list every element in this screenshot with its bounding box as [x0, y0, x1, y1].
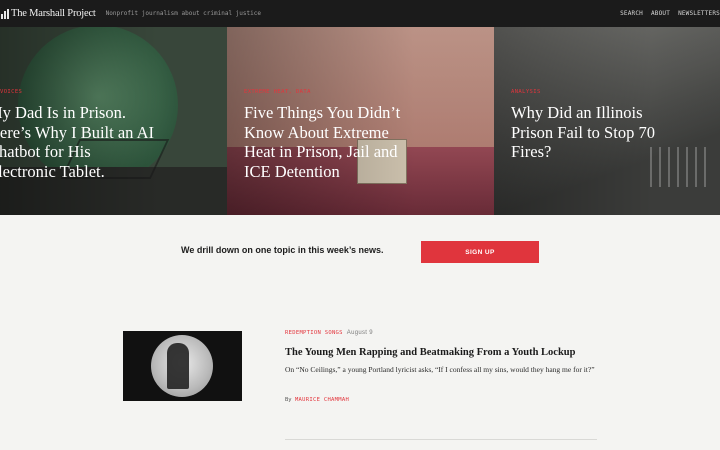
byline-prefix: By	[285, 397, 292, 403]
story-date: August 9	[346, 330, 373, 336]
site-logo[interactable]: The Marshall Project	[1, 8, 96, 19]
story-byline: By MAURICE CHAMMAH	[285, 397, 349, 403]
story-image[interactable]	[123, 331, 242, 401]
story-author[interactable]: MAURICE CHAMMAH	[295, 397, 349, 403]
divider	[285, 439, 597, 440]
story-category[interactable]: REDEMPTION SONGS	[285, 330, 343, 336]
top-bar: The Marshall Project Nonprofit journalis…	[0, 0, 720, 27]
top-nav: SEARCH ABOUT NEWSLETTERS	[620, 0, 720, 27]
hero-headline[interactable]: Five Things You Didn’t Know About Extrem…	[244, 103, 484, 181]
hero-kicker[interactable]: ANALYSIS	[511, 89, 541, 95]
hero-kicker[interactable]: EXTREME HEAT, DATA	[244, 89, 311, 95]
newsletter-pitch: We drill down on one topic in this week’…	[181, 245, 384, 255]
hero-headline[interactable]: My Dad Is in Prison. Here’s Why I Built …	[0, 103, 227, 181]
hero-stories: VOICES My Dad Is in Prison. Here’s Why I…	[0, 27, 720, 215]
hero-card-ai-chatbot[interactable]: VOICES My Dad Is in Prison. Here’s Why I…	[0, 27, 227, 215]
site-tagline: Nonprofit journalism about criminal just…	[105, 10, 261, 17]
logo-bars-icon	[1, 8, 9, 19]
story-dek: On “No Ceilings,” a young Portland lyric…	[285, 365, 595, 374]
hero-headline[interactable]: Why Did an Illinois Prison Fail to Stop …	[511, 103, 711, 162]
story-kicker: REDEMPTION SONGS August 9	[285, 330, 373, 336]
nav-newsletters[interactable]: NEWSLETTERS	[678, 10, 720, 17]
nav-search[interactable]: SEARCH	[620, 10, 643, 17]
hero-card-extreme-heat[interactable]: EXTREME HEAT, DATA Five Things You Didn’…	[227, 27, 494, 215]
hero-kicker[interactable]: VOICES	[0, 89, 22, 95]
logo-text: The Marshall Project	[11, 8, 96, 19]
nav-about[interactable]: ABOUT	[651, 10, 670, 17]
sign-up-button[interactable]: SIGN UP	[421, 241, 539, 263]
hero-card-illinois-fires[interactable]: ANALYSIS Why Did an Illinois Prison Fail…	[494, 27, 720, 215]
story-title[interactable]: The Young Men Rapping and Beatmaking Fro…	[285, 347, 575, 358]
